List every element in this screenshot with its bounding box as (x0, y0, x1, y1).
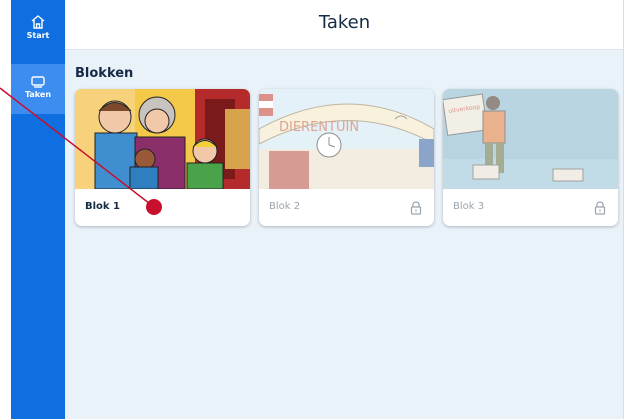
header: Taken (65, 0, 624, 50)
card-footer: Blok 1 (75, 189, 250, 226)
section-title: Blokken (75, 66, 134, 81)
block-illustration-family (75, 89, 250, 189)
left-margin (0, 0, 11, 419)
block-card-3[interactable]: uitverkoop Blok 3 (443, 89, 618, 226)
sidebar-item-start[interactable]: Start (11, 12, 65, 60)
block-card-2[interactable]: DIERENTUIN Blok 2 (259, 89, 434, 226)
card-footer: Blok 3 (443, 189, 618, 226)
lock-icon (410, 201, 422, 215)
block-illustration-zoo: DIERENTUIN (259, 89, 434, 189)
lock-icon (594, 201, 606, 215)
sidebar: Start Taken (11, 0, 65, 419)
page-title: Taken (318, 12, 371, 33)
card-label: Blok 1 (85, 201, 121, 212)
card-footer: Blok 2 (259, 189, 434, 226)
home-icon (31, 15, 45, 29)
sidebar-item-label: Start (26, 31, 50, 40)
card-label: Blok 2 (269, 201, 301, 212)
block-illustration-street: uitverkoop (443, 89, 618, 189)
main-content: Taken Blokken Blok 1 DIERENTUIN Blok 2 u… (65, 0, 624, 419)
svg-text:DIERENTUIN: DIERENTUIN (279, 120, 359, 135)
sidebar-item-label: Taken (24, 90, 52, 99)
right-edge (623, 0, 628, 419)
sidebar-item-taken[interactable]: Taken (11, 64, 65, 114)
block-card-1[interactable]: Blok 1 (75, 89, 250, 226)
card-label: Blok 3 (453, 201, 485, 212)
tasks-icon (31, 76, 45, 88)
